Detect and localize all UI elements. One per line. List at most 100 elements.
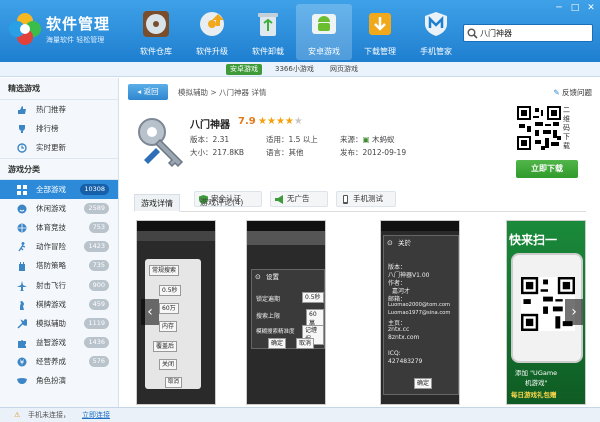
search-icon[interactable] bbox=[467, 28, 478, 39]
close-button[interactable]: ✕ bbox=[585, 3, 597, 13]
phone-manager-icon bbox=[425, 12, 447, 36]
count-badge: 735 bbox=[88, 260, 109, 272]
nav-software-uninstall[interactable]: 软件卸载 bbox=[240, 4, 296, 60]
sidebar-item-action[interactable]: 动作冒险 1423 bbox=[0, 237, 118, 256]
source-icon: ▣ bbox=[362, 135, 372, 144]
star-rating: ★★★★★ bbox=[258, 116, 303, 127]
android-gamepad-icon bbox=[312, 14, 336, 34]
sidebar-item-strategy[interactable]: 塔防策略 735 bbox=[0, 256, 118, 275]
sidebar-item-label: 益智游戏 bbox=[36, 338, 66, 348]
star-icon: ★ bbox=[275, 116, 285, 127]
sidebar-item-updates[interactable]: 实时更新 bbox=[0, 138, 118, 157]
upgrade-disc-icon bbox=[200, 12, 224, 36]
subtab-android-games[interactable]: 安卓游戏 bbox=[226, 64, 262, 75]
maximize-button[interactable]: □ bbox=[569, 3, 581, 13]
phone-status-bar bbox=[381, 221, 459, 231]
sidebar: 精选游戏 热门推荐 排行榜 实时更新 游戏分类 全部游戏 10308 休闲游戏 … bbox=[0, 78, 119, 407]
nav-label: 手机管家 bbox=[420, 47, 452, 56]
puzzle-icon bbox=[18, 340, 26, 349]
sidebar-item-hot[interactable]: 热门推荐 bbox=[0, 100, 118, 119]
screenshot-2[interactable]: ⊙ 设置 锁定遍期 0.5秒 搜索上限 60萬 模糊搜索精准度 记缠掘 确定 取… bbox=[246, 220, 326, 405]
sidebar-section-title: 游戏分类 bbox=[0, 157, 118, 180]
connect-link[interactable]: 立即连接 bbox=[82, 408, 110, 422]
menu-option: 内存 bbox=[159, 321, 178, 332]
warning-icon: ⚠ bbox=[14, 411, 21, 419]
promo-headline: 快来扫一 bbox=[509, 233, 558, 247]
sidebar-item-label: 实时更新 bbox=[36, 143, 66, 153]
nav-software-store[interactable]: 软件仓库 bbox=[128, 4, 184, 60]
subtab-web-games[interactable]: 网页游戏 bbox=[326, 64, 362, 75]
sidebar-item-label: 休闲游戏 bbox=[36, 203, 66, 213]
trophy-icon bbox=[19, 125, 25, 134]
menu-option: 常规搜索 bbox=[149, 265, 180, 276]
sidebar-item-business[interactable]: ¥ 经营养成 576 bbox=[0, 352, 118, 371]
sidebar-item-label: 射击飞行 bbox=[36, 280, 66, 290]
sidebar-item-all-games[interactable]: 全部游戏 10308 bbox=[0, 179, 118, 199]
runner-icon bbox=[18, 242, 26, 252]
count-badge: 1423 bbox=[84, 241, 109, 253]
ball-icon bbox=[17, 223, 27, 233]
screenshot-4[interactable]: 快来扫一 添加 "UGame 机游戏" 每日游戏礼包赠 › bbox=[506, 220, 586, 405]
status-bar: ⚠ 手机未连接， 立即连接 bbox=[0, 407, 600, 422]
promo-caption: 添加 "UGame bbox=[515, 369, 558, 377]
main-nav: 软件仓库 软件升级 软件卸载 安卓游戏 下载管理 手机管家 bbox=[128, 4, 464, 60]
sidebar-item-casual[interactable]: 休闲游戏 2589 bbox=[0, 199, 118, 218]
sidebar-item-rpg[interactable]: 角色扮演 bbox=[0, 371, 118, 390]
phone-status-bar bbox=[247, 221, 325, 231]
rating-score: 7.9 bbox=[238, 116, 256, 127]
menu-option: 0.5秒 bbox=[159, 285, 181, 296]
phone-toolbar bbox=[247, 231, 325, 245]
sidebar-item-puzzle[interactable]: 益智游戏 1436 bbox=[0, 333, 118, 352]
chess-icon bbox=[20, 300, 24, 310]
sidebar-item-label: 塔防策略 bbox=[36, 261, 66, 271]
svg-text:¥: ¥ bbox=[20, 359, 25, 367]
count-badge: 459 bbox=[88, 298, 109, 310]
sidebar-item-simulation[interactable]: 模拟辅助 1119 bbox=[0, 314, 118, 333]
qr-label: 二维码下载 bbox=[563, 106, 570, 150]
subtab-3366-games[interactable]: 3366小游戏 bbox=[271, 64, 318, 75]
back-button[interactable]: ◂ 返回 bbox=[128, 84, 168, 100]
sidebar-item-label: 经营养成 bbox=[36, 357, 66, 367]
download-button[interactable]: 立即下载 bbox=[516, 160, 578, 178]
sidebar-item-shooting[interactable]: 射击飞行 900 bbox=[0, 276, 118, 295]
promo-caption: 每日游戏礼包赠 bbox=[511, 391, 557, 399]
nav-download-manager[interactable]: 下载管理 bbox=[352, 4, 408, 60]
tool-icon bbox=[17, 319, 27, 329]
smile-icon bbox=[17, 204, 27, 214]
key-wrench-icon bbox=[138, 118, 184, 168]
sidebar-item-chess[interactable]: 棋牌游戏 459 bbox=[0, 295, 118, 314]
app-logo: 软件管理 海量软件 轻松管理 bbox=[8, 8, 118, 54]
recycle-bin-icon bbox=[258, 13, 278, 36]
prev-screenshot-button[interactable]: ‹ bbox=[141, 299, 159, 325]
minimize-button[interactable]: ─ bbox=[553, 3, 565, 13]
screenshot-gallery: 常规搜索 0.5秒 60万 内存 覆盖后 关闭 取消 ‹ ⊙ 设置 锁定遍期 0… bbox=[134, 220, 586, 405]
nav-label: 安卓游戏 bbox=[308, 47, 340, 56]
phone-status-bar bbox=[137, 221, 215, 231]
tab-game-comments[interactable]: 游戏评论(4) bbox=[194, 194, 249, 212]
nav-android-games[interactable]: 安卓游戏 bbox=[296, 4, 352, 60]
sidebar-item-label: 模拟辅助 bbox=[36, 318, 66, 328]
language-info: 语言：其他 bbox=[266, 148, 304, 157]
screenshot-3[interactable]: ⊙ 关於 版本： 八门神器V1.00 作者： 嘉河才 邮箱： Luomao200… bbox=[380, 220, 460, 405]
download-box-icon bbox=[369, 13, 391, 35]
star-icon: ★ bbox=[284, 116, 294, 127]
breadcrumb-bar: ◂ 返回 模拟辅助 > 八门神器 详情 ✎ 反馈问题 bbox=[128, 84, 592, 100]
sidebar-item-sports[interactable]: 体育竞技 753 bbox=[0, 218, 118, 237]
next-screenshot-button[interactable]: › bbox=[565, 299, 583, 325]
version-info: 版本：2.31 bbox=[190, 135, 230, 144]
sidebar-item-ranking[interactable]: 排行榜 bbox=[0, 119, 118, 138]
connection-status: 手机未连接， bbox=[28, 411, 70, 419]
feedback-link[interactable]: ✎ 反馈问题 bbox=[553, 87, 592, 98]
tab-game-details[interactable]: 游戏详情 bbox=[134, 194, 180, 212]
search-input[interactable] bbox=[480, 26, 590, 40]
nav-software-upgrade[interactable]: 软件升级 bbox=[184, 4, 240, 60]
screenshot-1[interactable]: 常规搜索 0.5秒 60万 内存 覆盖后 关闭 取消 ‹ bbox=[136, 220, 216, 405]
nav-phone-manager[interactable]: 手机管家 bbox=[408, 4, 464, 60]
star-empty-icon: ★ bbox=[293, 116, 303, 127]
compat-info: 适用：1.5 以上 bbox=[266, 135, 318, 144]
app-name: 八门神器 bbox=[190, 120, 230, 131]
sidebar-item-label: 动作冒险 bbox=[36, 242, 66, 252]
about-dialog: ⊙ 关於 版本： 八门神器V1.00 作者： 嘉河才 邮箱： Luomao200… bbox=[383, 235, 459, 395]
thumbs-up-icon bbox=[18, 106, 26, 114]
chevron-left-icon: ‹ bbox=[147, 304, 153, 320]
